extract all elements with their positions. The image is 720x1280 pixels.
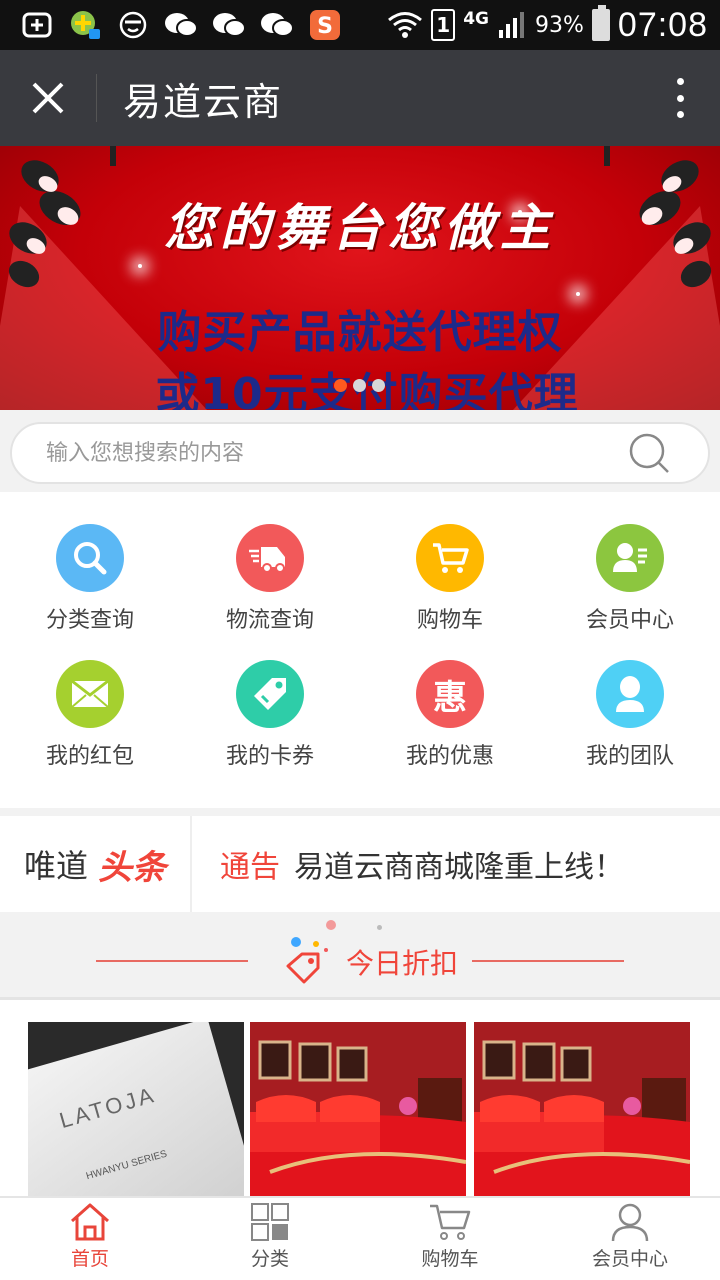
- clock: 07:08: [617, 5, 708, 44]
- section-title: 今日折扣: [282, 936, 458, 988]
- home-icon: [71, 1203, 109, 1241]
- product-card-latoja[interactable]: LATOJA HWANYU SERIES: [28, 1022, 244, 1196]
- grid-item-label: 我的优惠: [405, 744, 494, 769]
- face-notification-icon: [116, 10, 150, 40]
- sparkle: [138, 264, 142, 268]
- ticker-tag: 通告: [220, 850, 280, 885]
- grid-item-logistics[interactable]: 物流查询: [180, 524, 360, 660]
- nav-item-cart[interactable]: 购物车: [360, 1198, 540, 1280]
- ticker-brand: 唯道 头条: [0, 816, 192, 912]
- product-image: LATOJA HWANYU SERIES: [28, 1022, 244, 1196]
- search-bar[interactable]: [10, 422, 710, 484]
- more-button[interactable]: [670, 74, 690, 122]
- product-card-bedding[interactable]: [474, 1022, 690, 1196]
- carousel-dot[interactable]: [353, 379, 366, 392]
- envelope-icon: [56, 660, 124, 728]
- discount-glyph: 惠: [433, 677, 467, 718]
- truck-icon: [236, 524, 304, 592]
- status-bar: S 1 4G 93% 07:08: [0, 0, 720, 50]
- feature-grid: 分类查询 物流查询 购物车 会员中心 我的红包 我的卡券 惠 我的优惠 我的团队: [0, 492, 720, 808]
- member-card-icon: [596, 524, 664, 592]
- search-section: [0, 410, 720, 492]
- carousel-dot[interactable]: [372, 379, 385, 392]
- grid-item-team[interactable]: 我的团队: [540, 660, 720, 796]
- product-series: HWANYU SERIES: [84, 1148, 169, 1183]
- grid-item-label: 会员中心: [585, 608, 674, 633]
- grid-item-label: 我的卡券: [225, 744, 314, 769]
- close-button[interactable]: [0, 50, 96, 146]
- product-card-bedding[interactable]: [250, 1022, 466, 1196]
- bedding-image: [474, 1022, 690, 1196]
- app-notification-icon: [68, 10, 102, 40]
- wechat-notification-icon: [164, 10, 198, 40]
- grid-item-label: 我的团队: [585, 744, 674, 769]
- battery-percent: 93%: [535, 12, 584, 38]
- notification-icons: S: [0, 10, 342, 40]
- user-icon: [611, 1203, 649, 1242]
- section-rule-right: [472, 960, 624, 962]
- signal-icon: [499, 12, 524, 38]
- carousel-indicator[interactable]: [334, 379, 385, 392]
- product-brand: LATOJA: [56, 1081, 159, 1134]
- grid-item-cart[interactable]: 购物车: [360, 524, 540, 660]
- nav-label: 分类: [250, 1248, 289, 1270]
- sim-indicator: 1: [431, 9, 456, 41]
- ticker-brand-name: 唯道: [23, 847, 88, 885]
- wechat-notification-icon: [212, 10, 246, 40]
- price-tag-icon: [286, 937, 328, 984]
- add-notification-icon: [20, 10, 54, 40]
- search-input[interactable]: [46, 440, 606, 466]
- nav-item-home[interactable]: 首页: [0, 1198, 180, 1280]
- cart-icon: [416, 524, 484, 592]
- banner-headline: 您的舞台您做主: [164, 198, 556, 257]
- title-bar: 易道云商: [0, 50, 720, 146]
- search-icon[interactable]: [628, 432, 674, 478]
- system-status: 1 4G 93% 07:08: [387, 0, 708, 50]
- nav-item-member[interactable]: 会员中心: [540, 1198, 720, 1280]
- grid-item-category-search[interactable]: 分类查询: [0, 524, 180, 660]
- grid-item-label: 购物车: [416, 608, 483, 633]
- grid-icon: [251, 1203, 289, 1241]
- close-icon: [32, 82, 64, 114]
- tag-icon: [236, 660, 304, 728]
- promo-banner[interactable]: 您的舞台您做主 购买产品就送代理权 或10元支付购买代理: [0, 146, 720, 410]
- wifi-icon: [388, 12, 423, 38]
- section-rule-left: [96, 960, 248, 962]
- section-title-text: 今日折扣: [346, 947, 459, 980]
- grid-item-coupons[interactable]: 我的卡券: [180, 660, 360, 796]
- decor-dot: [377, 925, 382, 930]
- more-vertical-icon: [676, 78, 684, 85]
- network-type: 4G: [463, 9, 489, 29]
- news-ticker[interactable]: 唯道 头条 通告 易道云商商城隆重上线！: [0, 816, 720, 912]
- bottom-nav: 首页 分类 购物车 会员中心: [0, 1196, 720, 1280]
- battery-icon: [591, 5, 610, 41]
- discount-icon: 惠: [416, 660, 484, 728]
- grid-item-label: 我的红包: [45, 744, 134, 769]
- ticker-text[interactable]: 易道云商商城隆重上线！: [294, 842, 624, 886]
- svg-text:S: S: [317, 14, 333, 39]
- grid-item-label: 物流查询: [225, 608, 314, 633]
- wechat-notification-icon: [260, 10, 294, 40]
- banner-offer-line: 购买产品就送代理权: [157, 307, 563, 358]
- search-icon: [56, 524, 124, 592]
- decor-dot: [326, 920, 336, 930]
- grid-item-member-center[interactable]: 会员中心: [540, 524, 720, 660]
- page-title: 易道云商: [123, 79, 284, 124]
- nav-item-category[interactable]: 分类: [180, 1198, 360, 1280]
- ticker-brand-highlight: 头条: [98, 847, 166, 888]
- nav-label: 首页: [70, 1248, 109, 1270]
- title-divider: [96, 74, 97, 122]
- nav-label: 购物车: [421, 1248, 479, 1270]
- sogou-notification-icon: S: [308, 10, 342, 40]
- grid-item-discounts[interactable]: 惠 我的优惠: [360, 660, 540, 796]
- product-strip: LATOJA HWANYU SERIES: [0, 1000, 720, 1196]
- user-icon: [596, 660, 664, 728]
- grid-item-label: 分类查询: [45, 608, 134, 633]
- cart-icon: [430, 1204, 471, 1240]
- nav-label: 会员中心: [591, 1248, 668, 1270]
- section-header: 今日折扣: [0, 912, 720, 1000]
- bedding-image: [250, 1022, 466, 1196]
- carousel-dot-active[interactable]: [334, 379, 347, 392]
- grid-item-red-packet[interactable]: 我的红包: [0, 660, 180, 796]
